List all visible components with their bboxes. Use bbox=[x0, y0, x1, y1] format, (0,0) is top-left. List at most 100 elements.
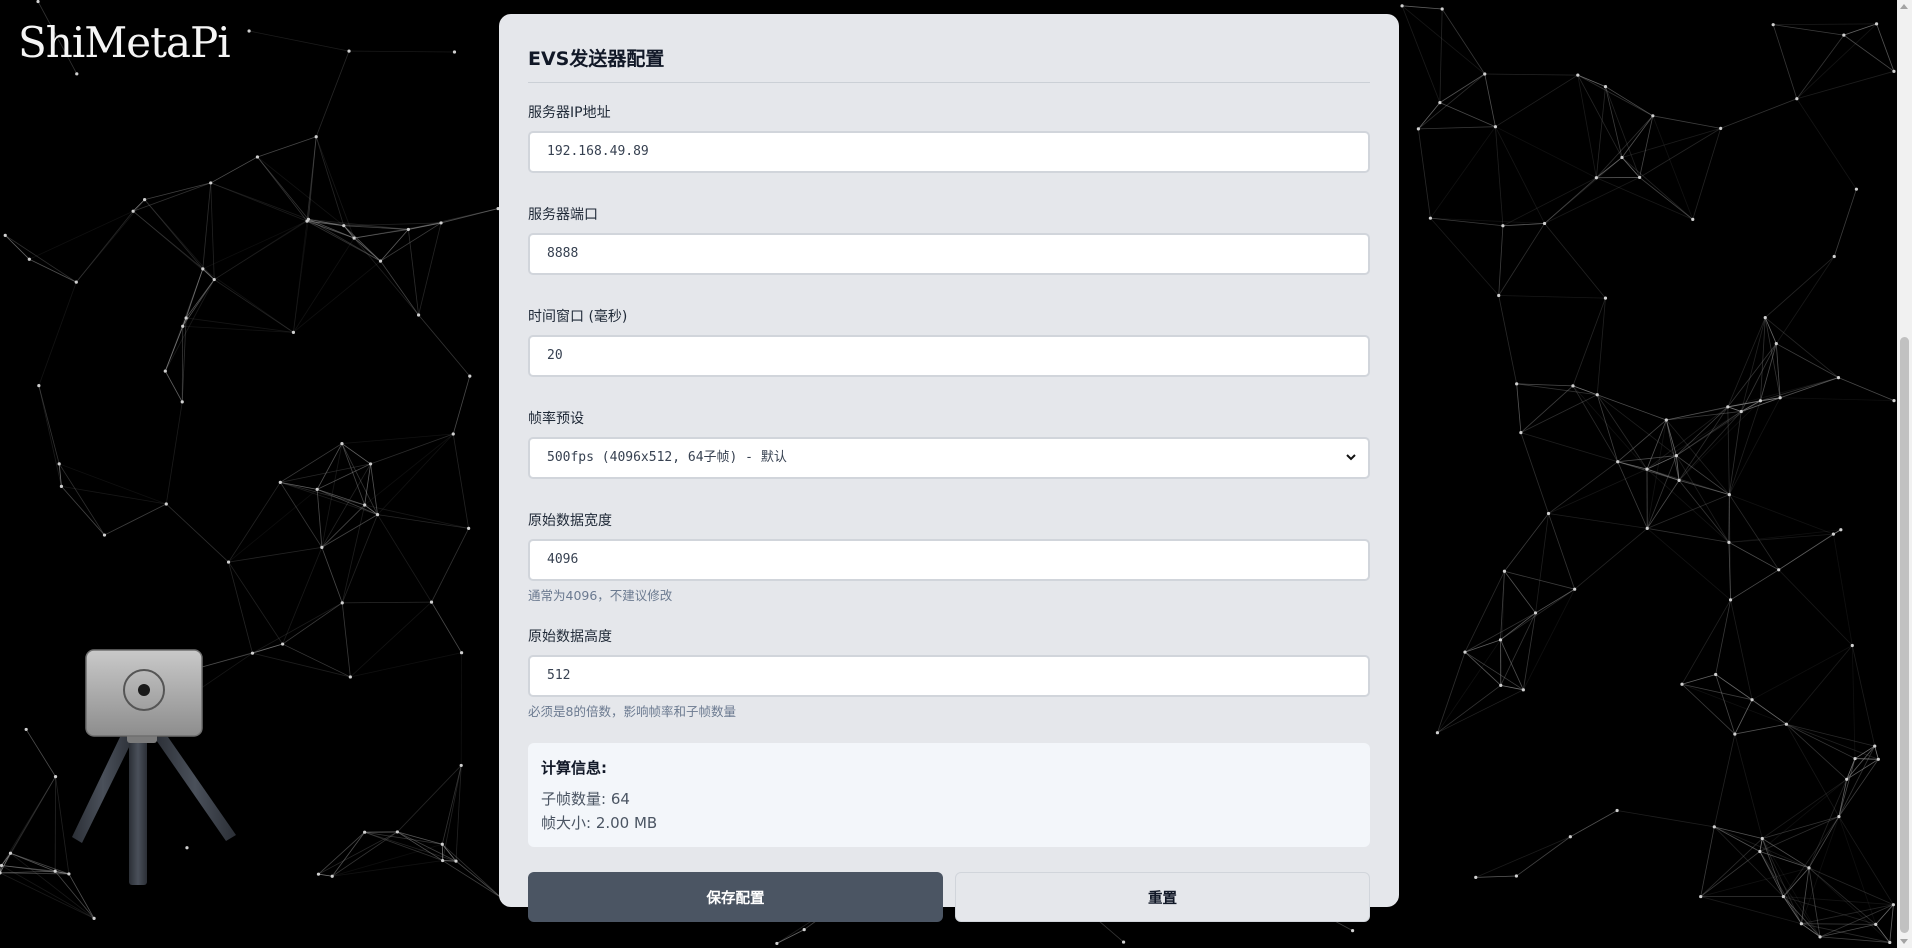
network-node bbox=[1573, 587, 1577, 591]
network-node bbox=[1719, 126, 1723, 130]
network-node bbox=[451, 432, 455, 436]
reset-button[interactable]: 重置 bbox=[955, 872, 1370, 922]
scroll-down-arrow-icon[interactable] bbox=[1900, 939, 1908, 944]
network-node bbox=[1645, 526, 1649, 530]
network-line bbox=[1876, 23, 1895, 72]
subframe-count: 子帧数量: 64 bbox=[541, 790, 630, 808]
network-node bbox=[1712, 825, 1716, 829]
network-node bbox=[395, 830, 399, 834]
network-node bbox=[1615, 808, 1619, 813]
save-config-button[interactable]: 保存配置 bbox=[528, 872, 943, 922]
network-node bbox=[1616, 460, 1620, 464]
network-node bbox=[347, 49, 351, 53]
title-divider bbox=[528, 82, 1370, 83]
network-line bbox=[1520, 385, 1574, 433]
network-node bbox=[1515, 382, 1519, 386]
fps-preset-value[interactable]: 500fps (4096x512, 64子帧) - 默认 bbox=[528, 437, 1370, 479]
network-line bbox=[1617, 810, 1715, 828]
chevron-down-icon[interactable] bbox=[1344, 450, 1358, 464]
raw-width-hint: 通常为4096，不建议修改 bbox=[528, 588, 673, 603]
network-line bbox=[331, 831, 398, 877]
raw-height-input[interactable]: 512 bbox=[528, 655, 1370, 697]
network-node bbox=[330, 874, 334, 878]
network-line bbox=[321, 443, 343, 548]
network-node bbox=[1637, 175, 1642, 180]
network-line bbox=[1516, 383, 1522, 433]
network-node bbox=[406, 227, 410, 232]
network-line bbox=[293, 219, 309, 333]
network-line bbox=[316, 489, 323, 548]
network-line bbox=[315, 136, 345, 226]
field-time-window: 时间窗口 (毫秒) 20 bbox=[528, 307, 1370, 377]
network-line bbox=[1692, 128, 1722, 220]
network-line bbox=[1727, 406, 1742, 412]
network-node bbox=[37, 384, 41, 388]
network-line bbox=[1727, 377, 1839, 408]
network-line bbox=[1681, 683, 1787, 725]
network-node bbox=[201, 267, 205, 271]
network-node bbox=[247, 29, 251, 33]
network-node bbox=[1892, 69, 1896, 73]
scroll-up-arrow-icon[interactable] bbox=[1900, 4, 1908, 9]
network-node bbox=[1594, 176, 1598, 180]
network-line bbox=[1500, 612, 1536, 641]
form-title: EVS发送器配置 bbox=[528, 48, 665, 70]
network-node bbox=[92, 916, 96, 920]
network-node bbox=[1836, 375, 1841, 380]
network-line bbox=[228, 547, 322, 563]
network-line bbox=[1700, 851, 1761, 897]
network-node bbox=[143, 198, 147, 202]
network-line bbox=[1430, 217, 1545, 224]
network-line bbox=[1681, 599, 1731, 685]
page: ShiMetaPi EVS发送器配置 服务器IP地址 192.168.49.89… bbox=[0, 0, 1912, 948]
network-node bbox=[452, 50, 457, 54]
network-line bbox=[1734, 699, 1753, 735]
calc-info-box: 计算信息: 子帧数量: 64 帧大小: 2.00 MB bbox=[528, 743, 1370, 847]
network-node bbox=[1502, 569, 1507, 573]
network-line bbox=[1760, 343, 1777, 401]
network-line bbox=[1764, 317, 1777, 344]
network-line bbox=[1617, 461, 1648, 529]
fps-preset-select[interactable]: 500fps (4096x512, 64子帧) - 默认 bbox=[528, 437, 1370, 479]
network-node bbox=[1463, 650, 1467, 654]
network-node bbox=[1771, 23, 1775, 27]
network-node bbox=[440, 842, 444, 846]
network-line bbox=[104, 503, 167, 536]
network-line bbox=[1796, 98, 1857, 190]
network-line bbox=[308, 136, 317, 220]
raw-width-input[interactable]: 4096 bbox=[528, 539, 1370, 581]
network-node bbox=[1760, 836, 1764, 841]
network-line bbox=[1437, 639, 1501, 733]
network-line bbox=[252, 602, 343, 654]
network-node bbox=[314, 135, 318, 139]
network-line bbox=[1786, 723, 1875, 747]
network-line bbox=[166, 503, 229, 563]
network-node bbox=[1727, 492, 1731, 497]
page-scrollbar[interactable] bbox=[1897, 0, 1912, 948]
network-line bbox=[293, 237, 355, 333]
server-port-input[interactable]: 8888 bbox=[528, 233, 1370, 275]
network-line bbox=[1843, 23, 1877, 36]
network-line bbox=[1714, 826, 1763, 839]
server-ip-input[interactable]: 192.168.49.89 bbox=[528, 131, 1370, 173]
network-line bbox=[164, 279, 215, 372]
network-line bbox=[318, 873, 333, 877]
brand-logo: ShiMetaPi bbox=[18, 18, 231, 67]
time-window-input[interactable]: 20 bbox=[528, 335, 1370, 377]
network-line bbox=[1846, 758, 1879, 780]
network-node bbox=[340, 601, 344, 605]
network-node bbox=[1499, 683, 1503, 687]
server-port-label: 服务器端口 bbox=[528, 207, 598, 223]
network-node bbox=[1784, 722, 1788, 726]
network-line bbox=[1639, 128, 1721, 178]
scroll-thumb[interactable] bbox=[1900, 337, 1909, 933]
network-node bbox=[1888, 940, 1892, 945]
network-node bbox=[1677, 478, 1681, 482]
network-line bbox=[1700, 867, 1810, 897]
network-node bbox=[348, 675, 352, 679]
network-node bbox=[775, 941, 779, 946]
network-line bbox=[1418, 128, 1431, 219]
network-node bbox=[1521, 688, 1525, 692]
